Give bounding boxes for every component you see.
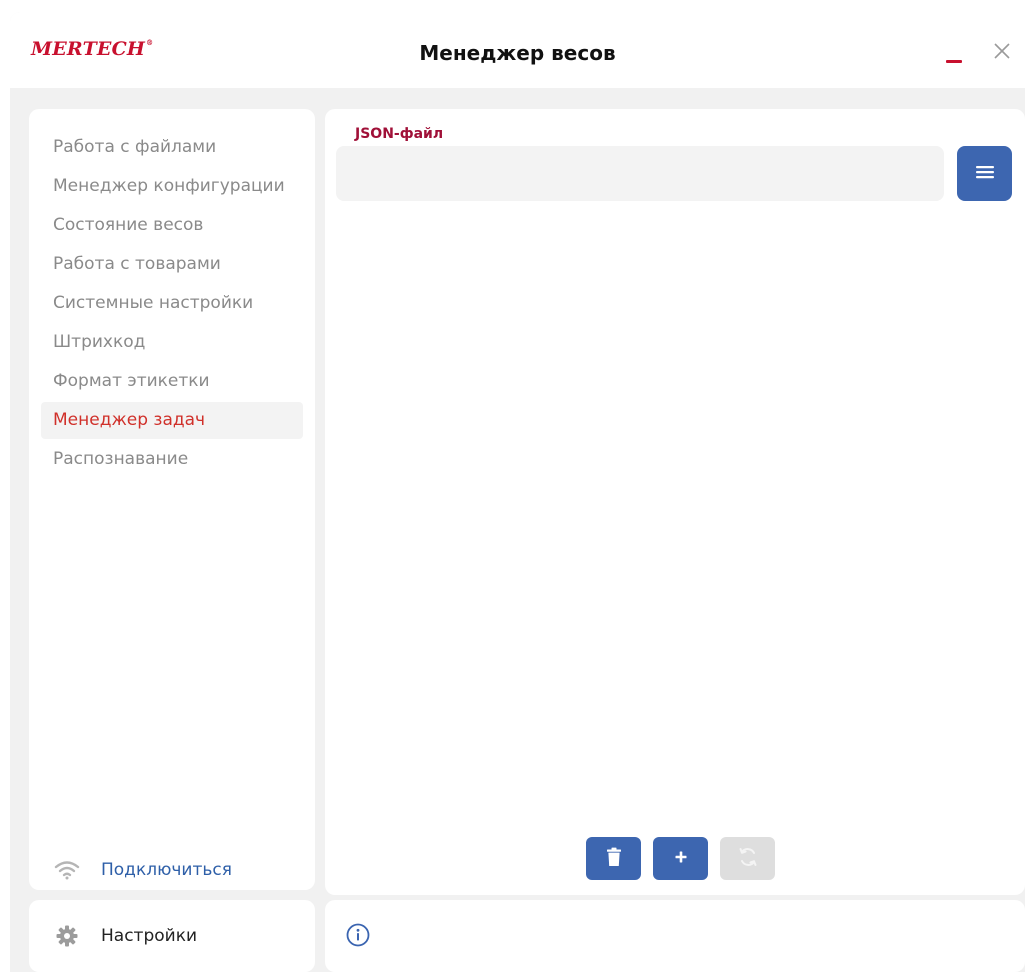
delete-task-button[interactable]	[586, 837, 641, 880]
sidebar-item-9[interactable]: Распознавание	[41, 441, 303, 478]
close-icon[interactable]	[990, 39, 1014, 63]
sidebar-item-3[interactable]: Состояние весов	[41, 207, 303, 244]
sidebar-item-4[interactable]: Работа с товарами	[41, 246, 303, 283]
settings-label: Настройки	[101, 926, 198, 946]
refresh-icon	[737, 846, 759, 872]
connect-button[interactable]: Подключиться	[53, 855, 232, 885]
window-title: Менеджер весов	[419, 41, 616, 65]
json-file-label: JSON-файл	[355, 126, 444, 142]
app-window: MERTECH® Менеджер весов Работа с файлами…	[10, 12, 1025, 972]
sidebar-utilities: Подключиться Настройки	[29, 860, 315, 972]
file-menu-button[interactable]	[957, 146, 1012, 201]
info-icon[interactable]	[345, 922, 371, 948]
plus-icon	[674, 849, 688, 868]
refresh-button[interactable]	[720, 837, 775, 880]
hamburger-menu-icon	[975, 164, 995, 184]
connect-label: Подключиться	[101, 860, 232, 880]
sidebar-item-2[interactable]: Менеджер конфигурации	[41, 168, 303, 205]
wifi-icon	[53, 858, 81, 882]
json-file-input[interactable]	[336, 146, 944, 201]
sidebar-item-7[interactable]: Формат этикетки	[41, 363, 303, 400]
sidebar-item-8[interactable]: Менеджер задач	[41, 402, 303, 439]
status-bar	[325, 900, 1025, 972]
sidebar-item-6[interactable]: Штрихкод	[41, 324, 303, 361]
sidebar-nav: Работа с файлами Менеджер конфигурации Сос…	[29, 109, 315, 890]
trash-icon	[606, 847, 622, 871]
settings-button[interactable]: Настройки	[53, 921, 197, 951]
title-bar: MERTECH® Менеджер весов	[10, 12, 1025, 88]
add-task-button[interactable]	[653, 837, 708, 880]
task-manager-panel: JSON-файл	[325, 109, 1025, 895]
sidebar-item-5[interactable]: Системные настройки	[41, 285, 303, 322]
sidebar-item-1[interactable]: Работа с файлами	[41, 129, 303, 166]
gear-icon	[53, 924, 81, 948]
minimize-icon[interactable]	[946, 60, 962, 63]
